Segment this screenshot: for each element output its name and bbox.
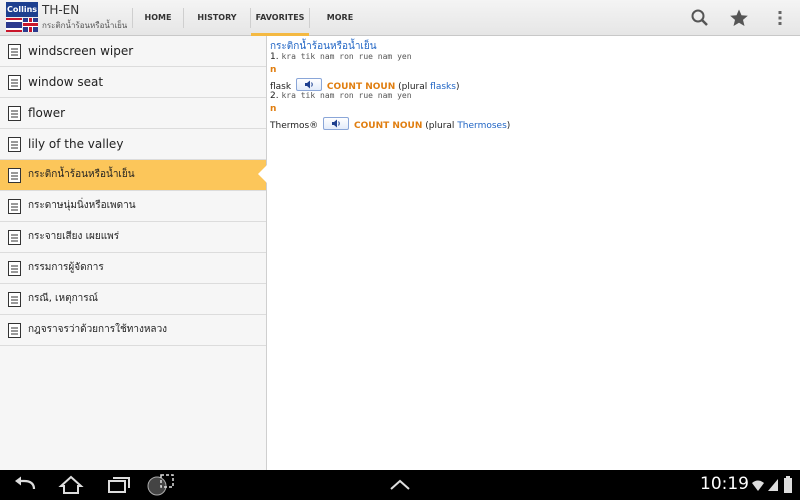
count-noun-label: COUNT NOUN	[354, 121, 423, 131]
tab-more[interactable]: MORE	[310, 0, 370, 36]
list-item-selected[interactable]: กระติกน้ำร้อนหรือน้ำเย็น	[0, 160, 266, 191]
system-navigation-bar: 10:19	[0, 470, 800, 500]
plural-form-link[interactable]: Thermoses	[457, 121, 506, 131]
list-item-label: กระติกน้ำร้อนหรือน้ำเย็น	[28, 169, 135, 180]
logo-text: Collins	[6, 2, 38, 17]
sense-1-translation: flask COUNT NOUN (plural flasks)	[270, 78, 459, 92]
transliteration: kra tik nam ron rue nam yen	[281, 91, 412, 100]
action-bar: Collins TH-EN กระติกน้ำร้อนหรือน้ำเย็น H…	[0, 0, 800, 36]
recent-apps-icon[interactable]	[106, 475, 132, 495]
speaker-icon[interactable]	[323, 117, 350, 130]
list-item[interactable]: กระดาษนุ่มนิ่งหรือเพดาน	[0, 191, 266, 222]
list-item-label: กรณี, เหตุการณ์	[28, 293, 98, 304]
collins-logo: Collins	[6, 2, 38, 32]
document-icon	[8, 106, 21, 121]
list-item-label: flower	[28, 106, 66, 120]
document-icon	[8, 230, 21, 245]
list-item[interactable]: กระจายเสียง เผยแพร่	[0, 222, 266, 253]
document-icon	[8, 292, 21, 307]
sense-number: 1.	[270, 52, 279, 62]
list-item-label: windscreen wiper	[28, 44, 134, 58]
document-icon	[8, 199, 21, 214]
document-icon	[8, 137, 21, 152]
list-item[interactable]: กรณี, เหตุการณ์	[0, 284, 266, 315]
list-item-label: lily of the valley	[28, 137, 124, 151]
translation-word: Thermos®	[270, 121, 319, 131]
speaker-icon[interactable]	[295, 78, 322, 91]
tab-favorites[interactable]: FAVORITES	[251, 0, 309, 36]
app-subtitle: กระติกน้ำร้อนหรือน้ำเย็น	[42, 21, 128, 30]
tab-home[interactable]: HOME	[133, 0, 183, 36]
wifi-icon	[752, 480, 764, 491]
list-item[interactable]: flower	[0, 98, 266, 129]
uk-flag-icon	[23, 18, 38, 32]
search-icon[interactable]	[690, 8, 710, 28]
list-item-label: กฎจราจรว่าด้วยการใช้ทางหลวง	[28, 324, 168, 335]
sense-2-pos: n	[270, 104, 277, 114]
signal-icon	[768, 479, 778, 491]
sense-1-header: 1. kra tik nam ron rue nam yen	[270, 52, 412, 62]
sense-number: 2.	[270, 91, 279, 101]
plural-form-link[interactable]: flasks	[430, 82, 456, 92]
star-icon[interactable]	[729, 8, 749, 28]
list-item-label: กรรมการผู้จัดการ	[28, 262, 104, 273]
list-item[interactable]: windscreen wiper	[0, 36, 266, 67]
document-icon	[8, 261, 21, 276]
app-title: TH-EN	[42, 3, 80, 17]
list-item-label: window seat	[28, 75, 104, 89]
tab-history[interactable]: HISTORY	[184, 0, 250, 36]
screenshot-icon[interactable]	[146, 473, 176, 497]
list-item[interactable]: window seat	[0, 67, 266, 98]
favorites-list[interactable]: windscreen wiper window seat flower lily…	[0, 36, 267, 470]
clock: 10:19	[700, 474, 749, 494]
sense-2-translation: Thermos® COUNT NOUN (plural Thermoses)	[270, 117, 510, 131]
back-icon[interactable]	[12, 475, 38, 495]
transliteration: kra tik nam ron rue nam yen	[281, 52, 412, 61]
document-icon	[8, 168, 21, 183]
document-icon	[8, 44, 21, 59]
document-icon	[8, 75, 21, 90]
list-item[interactable]: กรรมการผู้จัดการ	[0, 253, 266, 284]
home-icon[interactable]	[58, 475, 84, 495]
list-item-label: กระดาษนุ่มนิ่งหรือเพดาน	[28, 200, 136, 211]
battery-icon	[784, 476, 792, 493]
list-item[interactable]: กฎจราจรว่าด้วยการใช้ทางหลวง	[0, 315, 266, 346]
thai-flag-icon	[6, 18, 22, 32]
overflow-menu-icon[interactable]	[770, 8, 790, 28]
list-item-label: กระจายเสียง เผยแพร่	[28, 231, 120, 242]
entry-panel: กระติกน้ำร้อนหรือน้ำเย็น 1. kra tik nam …	[267, 36, 800, 470]
sense-2-header: 2. kra tik nam ron rue nam yen	[270, 91, 412, 101]
sense-1-pos: n	[270, 65, 277, 75]
list-item[interactable]: lily of the valley	[0, 129, 266, 160]
up-arrow-icon[interactable]	[388, 478, 412, 492]
document-icon	[8, 323, 21, 338]
selection-pointer	[258, 165, 267, 183]
